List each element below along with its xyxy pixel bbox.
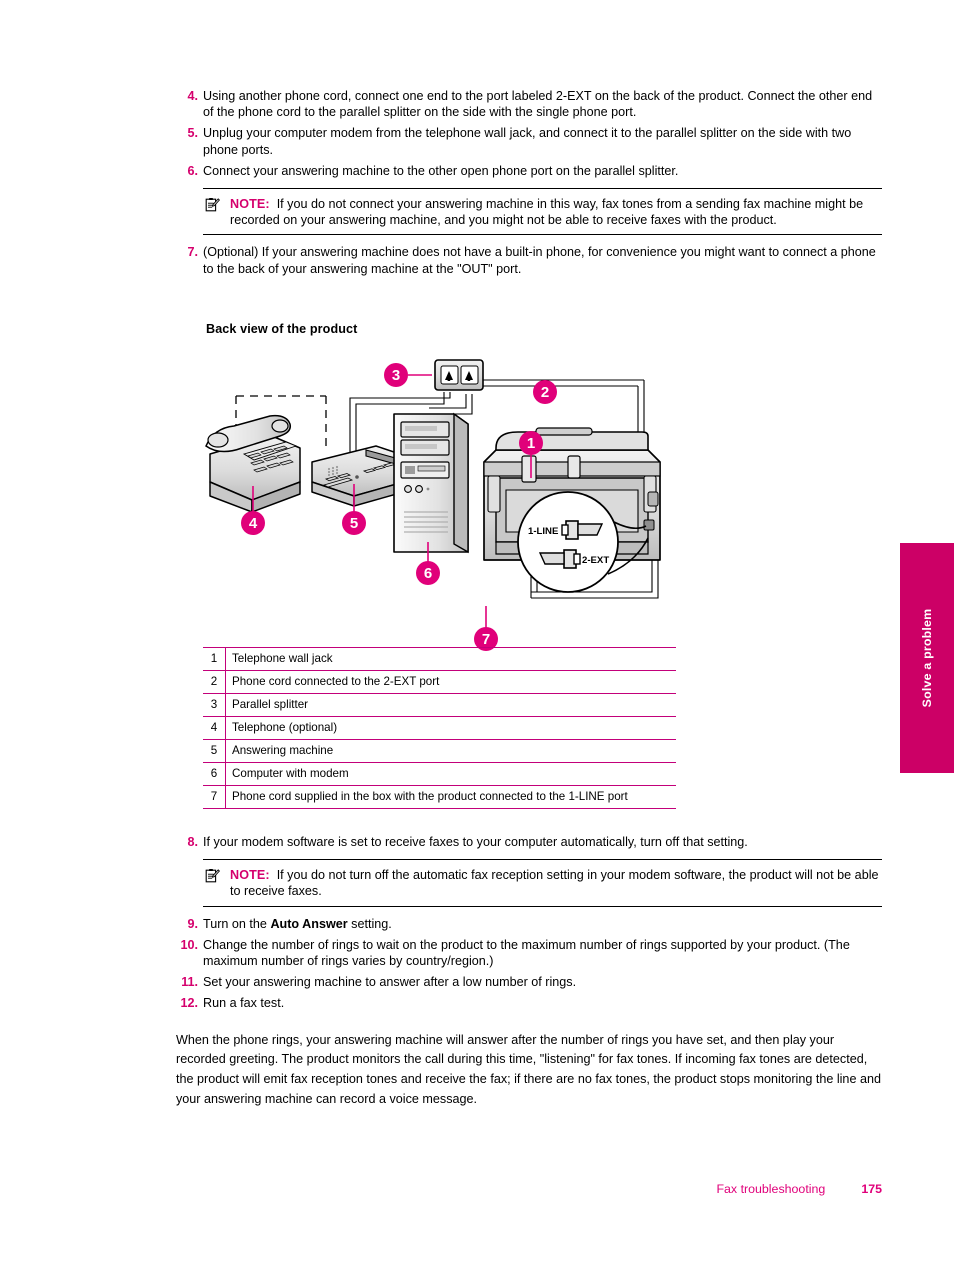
step-text: Turn on the Auto Answer setting. bbox=[203, 916, 882, 932]
note-text: If you do not connect your answering mac… bbox=[230, 197, 864, 228]
step-text: (Optional) If your answering machine doe… bbox=[203, 245, 876, 276]
callout-1: 1 bbox=[519, 431, 543, 455]
callout-4: 4 bbox=[241, 511, 265, 535]
legend-label: Answering machine bbox=[225, 739, 676, 763]
step-number: 7. bbox=[187, 245, 198, 260]
callout-5: 5 bbox=[342, 511, 366, 535]
legend-key: 4 bbox=[203, 716, 226, 740]
note-box: NOTE: If you do not connect your answerin… bbox=[203, 188, 882, 236]
step-text: Set your answering machine to answer aft… bbox=[203, 975, 577, 990]
table-row: 7 Phone cord supplied in the box with th… bbox=[203, 785, 676, 809]
computer-with-modem-graphic bbox=[393, 412, 469, 554]
legend-key: 7 bbox=[203, 785, 226, 809]
step-number: 5. bbox=[187, 126, 198, 141]
page-footer: Fax troubleshooting 175 bbox=[0, 1182, 882, 1196]
svg-text:2: 2 bbox=[541, 384, 549, 401]
step-number: 8. bbox=[187, 835, 198, 849]
svg-text:5: 5 bbox=[350, 515, 358, 532]
legend-label: Computer with modem bbox=[225, 762, 676, 786]
legend-key: 3 bbox=[203, 693, 226, 717]
step-number: 11. bbox=[181, 975, 198, 990]
step-number: 9. bbox=[187, 916, 198, 931]
note-clipboard-icon bbox=[205, 197, 220, 212]
step-number: 12. bbox=[180, 996, 198, 1011]
footer-section-title: Fax troubleshooting bbox=[716, 1182, 826, 1196]
step-text-bold: Auto Answer bbox=[270, 916, 348, 931]
list-item: 11. Set your answering machine to answer… bbox=[176, 974, 882, 990]
legend-label: Parallel splitter bbox=[225, 693, 676, 717]
section-side-tab: Solve a problem bbox=[900, 543, 954, 773]
note-body: NOTE: If you do not turn off the automati… bbox=[203, 867, 882, 899]
legend-label: Phone cord connected to the 2-EXT port bbox=[225, 670, 676, 694]
table-row: 5 Answering machine bbox=[203, 739, 676, 763]
note-body: NOTE: If you do not connect your answerin… bbox=[203, 196, 882, 228]
table-row: 2 Phone cord connected to the 2-EXT port bbox=[203, 670, 676, 694]
step-number: 4. bbox=[187, 89, 198, 103]
note-clipboard-icon bbox=[205, 868, 220, 883]
footer-page-number: 175 bbox=[861, 1182, 882, 1196]
table-row: 4 Telephone (optional) bbox=[203, 716, 676, 740]
port-label-1-line: 1-LINE bbox=[528, 526, 559, 537]
step-text: Change the number of rings to wait on th… bbox=[203, 937, 850, 969]
legend-label: Phone cord supplied in the box with the … bbox=[225, 785, 676, 809]
note-label: NOTE: bbox=[230, 197, 270, 212]
side-tab-label: Solve a problem bbox=[920, 608, 934, 708]
svg-text:4: 4 bbox=[249, 515, 258, 532]
step-text-post: setting. bbox=[347, 916, 392, 931]
step-number: 10. bbox=[180, 937, 198, 952]
list-item: 4. Using another phone cord, connect one… bbox=[176, 88, 882, 120]
steps-block-bottom: 8. If your modem software is set to rece… bbox=[176, 834, 882, 1017]
list-item: 10. Change the number of rings to wait o… bbox=[176, 937, 882, 969]
figure-title: Back view of the product bbox=[206, 322, 358, 336]
table-row: 1 Telephone wall jack bbox=[203, 647, 676, 671]
legend-key: 5 bbox=[203, 739, 226, 763]
list-item: 8. If your modem software is set to rece… bbox=[176, 834, 882, 850]
legend-key: 2 bbox=[203, 670, 226, 694]
step-text: Using another phone cord, connect one en… bbox=[203, 89, 873, 120]
table-row: 6 Computer with modem bbox=[203, 762, 676, 786]
step-text: Connect your answering machine to the ot… bbox=[203, 163, 679, 178]
list-item: 7. (Optional) If your answering machine … bbox=[176, 244, 882, 276]
callout-6: 6 bbox=[416, 561, 440, 585]
ordered-steps-4-to-6: 4. Using another phone cord, connect one… bbox=[176, 88, 882, 179]
note-label: NOTE: bbox=[230, 868, 270, 883]
legend-key: 6 bbox=[203, 762, 226, 786]
step-text: Unplug your computer modem from the tele… bbox=[203, 126, 852, 157]
document-page: 4. Using another phone cord, connect one… bbox=[0, 0, 954, 1270]
ordered-steps-8: 8. If your modem software is set to rece… bbox=[176, 834, 882, 850]
parallel-splitter-graphic bbox=[434, 359, 484, 391]
step-text: If your modem software is set to receive… bbox=[203, 835, 748, 849]
closing-paragraph: When the phone rings, your answering mac… bbox=[176, 1032, 881, 1106]
callout-3: 3 bbox=[384, 363, 408, 387]
list-item: 5. Unplug your computer modem from the t… bbox=[176, 125, 882, 157]
figure-illustration: 1-LINE 2-EXT 1 2 3 4 5 6 7 bbox=[196, 336, 766, 654]
figure-legend-table: 1 Telephone wall jack 2 Phone cord conne… bbox=[203, 647, 676, 809]
port-label-2-ext: 2-EXT bbox=[582, 555, 609, 566]
ordered-steps-9-to-12: 9. Turn on the Auto Answer setting. 10. … bbox=[176, 916, 882, 1012]
note-text: If you do not turn off the automatic fax… bbox=[230, 868, 879, 899]
table-row: 3 Parallel splitter bbox=[203, 693, 676, 717]
printer-back-view-graphic: 1-LINE 2-EXT bbox=[483, 427, 661, 593]
step-text-pre: Turn on the bbox=[203, 916, 271, 931]
step-number: 6. bbox=[187, 163, 198, 178]
callout-2: 2 bbox=[533, 380, 557, 404]
step-text: Run a fax test. bbox=[203, 996, 285, 1011]
list-item: 12. Run a fax test. bbox=[176, 995, 882, 1011]
svg-text:3: 3 bbox=[392, 367, 400, 384]
steps-block-top: 4. Using another phone cord, connect one… bbox=[176, 88, 882, 282]
list-item: 6. Connect your answering machine to the… bbox=[176, 163, 882, 179]
svg-text:7: 7 bbox=[482, 631, 490, 648]
legend-key: 1 bbox=[203, 647, 226, 671]
svg-text:6: 6 bbox=[424, 565, 432, 582]
note-box: NOTE: If you do not turn off the automati… bbox=[203, 859, 882, 907]
list-item: 9. Turn on the Auto Answer setting. bbox=[176, 916, 882, 932]
svg-text:1: 1 bbox=[527, 435, 535, 452]
figure-back-view: Back view of the product 1-LINE 2-EXT 1 … bbox=[205, 322, 766, 652]
legend-label: Telephone (optional) bbox=[225, 716, 676, 740]
legend-label: Telephone wall jack bbox=[225, 647, 676, 671]
ordered-steps-7: 7. (Optional) If your answering machine … bbox=[176, 244, 882, 276]
